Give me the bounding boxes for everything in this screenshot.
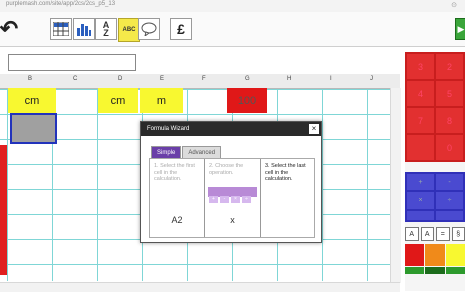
key-0[interactable]: 0 (436, 135, 463, 160)
dialog-title: Formula Wizard (141, 122, 321, 136)
sort-button[interactable]: AZ (95, 18, 117, 40)
operator-keypad: + - × ÷ (405, 172, 465, 222)
swatch-dark-green[interactable] (425, 267, 444, 274)
swatch-orange[interactable] (425, 244, 444, 266)
swatch-yellow[interactable] (446, 244, 465, 266)
op-multiply-button[interactable]: × (231, 196, 240, 203)
sort-icon: AZ (103, 21, 110, 37)
formula-input[interactable] (8, 54, 136, 71)
selected-cell[interactable] (10, 113, 57, 144)
browser-menu-icon[interactable]: ⊙ (451, 1, 457, 9)
key-3[interactable]: 3 (407, 54, 434, 79)
next-button[interactable]: ▶ (455, 18, 465, 40)
row-markers (0, 145, 7, 275)
key-blank[interactable] (407, 135, 434, 160)
col-header-j[interactable]: J (370, 76, 373, 82)
speech-bubble-icon (141, 22, 157, 36)
swatch-green[interactable] (405, 267, 424, 274)
key-minus[interactable]: - (436, 174, 463, 190)
formula-bar (0, 52, 400, 74)
spellcheck-button[interactable]: ABC (118, 18, 140, 42)
key-2[interactable]: 2 (436, 54, 463, 79)
col-header-b[interactable]: B (28, 76, 32, 82)
equals-icon[interactable]: = (436, 227, 450, 241)
step-1-instruction: 1. Select the first cell in the calculat… (154, 163, 204, 183)
operation-picker: +-×÷ (208, 187, 257, 197)
col-header-e[interactable]: E (160, 76, 164, 82)
grid-view-button[interactable] (50, 18, 72, 40)
col-header-c[interactable]: C (73, 76, 77, 82)
wizard-tabs: Simple Advanced (151, 146, 222, 158)
step-operation[interactable]: 2. Choose the operation. +-×÷ x (205, 159, 261, 237)
formula-wizard-dialog: Formula Wizard × Simple Advanced 1. Sele… (140, 121, 322, 243)
undo-icon: ↶ (0, 16, 18, 42)
op-add-button[interactable]: + (209, 196, 218, 203)
key-divide[interactable]: ÷ (436, 192, 463, 208)
step-3-instruction: 3. Select the last cell in the calculati… (265, 163, 313, 183)
col-header-g[interactable]: G (245, 76, 250, 82)
cell-e1[interactable]: m (140, 88, 183, 113)
url-text: purplemash.com/site/app/2cs/2cs_p5_13 (6, 1, 115, 7)
cell-g1[interactable]: 100 (227, 88, 267, 113)
play-icon: ▶ (458, 24, 465, 35)
tab-advanced[interactable]: Advanced (182, 146, 221, 158)
wizard-panel: 1. Select the first cell in the calculat… (149, 158, 315, 238)
format-icon-1[interactable]: A (405, 227, 419, 241)
step-last-cell[interactable]: 3. Select the last cell in the calculati… (261, 159, 313, 237)
first-cell-value: A2 (150, 215, 204, 225)
key-op-5[interactable] (407, 211, 434, 220)
pound-icon: £ (177, 21, 185, 37)
operation-value: x (205, 215, 260, 225)
format-icon-4[interactable]: § (452, 227, 465, 241)
cell-b1[interactable]: cm (8, 88, 56, 113)
bar-chart-icon (76, 22, 92, 36)
cell-d1[interactable]: cm (98, 88, 138, 113)
swatch-red[interactable] (405, 244, 424, 266)
abc-icon: ABC (123, 27, 136, 33)
number-keypad: 3 2 4 5 7 8 0 (405, 52, 465, 162)
tab-simple[interactable]: Simple (151, 146, 181, 158)
side-panel: 3 2 4 5 7 8 0 + - × ÷ A A = § (405, 52, 465, 291)
col-header-d[interactable]: D (118, 76, 122, 82)
op-divide-button[interactable]: ÷ (242, 196, 251, 203)
text-format-icon[interactable]: A (421, 227, 435, 241)
key-8[interactable]: 8 (436, 108, 463, 133)
column-headers: B C D E F G H I J (0, 74, 400, 89)
format-icon-row: A A = § (405, 227, 465, 241)
col-header-f[interactable]: F (202, 76, 206, 82)
speech-button[interactable] (138, 18, 160, 40)
toolbar: ↶ AZ ABC £ ▶ (0, 12, 465, 47)
key-4[interactable]: 4 (407, 81, 434, 106)
key-plus[interactable]: + (407, 174, 434, 190)
sort-label-z: Z (103, 29, 110, 37)
step-first-cell[interactable]: 1. Select the first cell in the calculat… (150, 159, 205, 237)
close-button[interactable]: × (309, 124, 319, 134)
currency-button[interactable]: £ (170, 18, 192, 40)
color-swatches (405, 244, 465, 266)
color-swatches-row2 (405, 267, 465, 274)
col-header-i[interactable]: I (330, 76, 332, 82)
step-2-instruction: 2. Choose the operation. (209, 163, 260, 176)
key-7[interactable]: 7 (407, 108, 434, 133)
swatch-green-2[interactable] (446, 267, 465, 274)
key-op-6[interactable] (436, 211, 463, 220)
grid-icon (53, 22, 69, 36)
vertical-scrollbar[interactable] (390, 88, 401, 283)
key-times[interactable]: × (407, 192, 434, 208)
col-header-h[interactable]: H (287, 76, 291, 82)
op-subtract-button[interactable]: - (220, 196, 229, 203)
chart-button[interactable] (73, 18, 95, 40)
key-5[interactable]: 5 (436, 81, 463, 106)
undo-button[interactable]: ↶ (0, 18, 18, 40)
